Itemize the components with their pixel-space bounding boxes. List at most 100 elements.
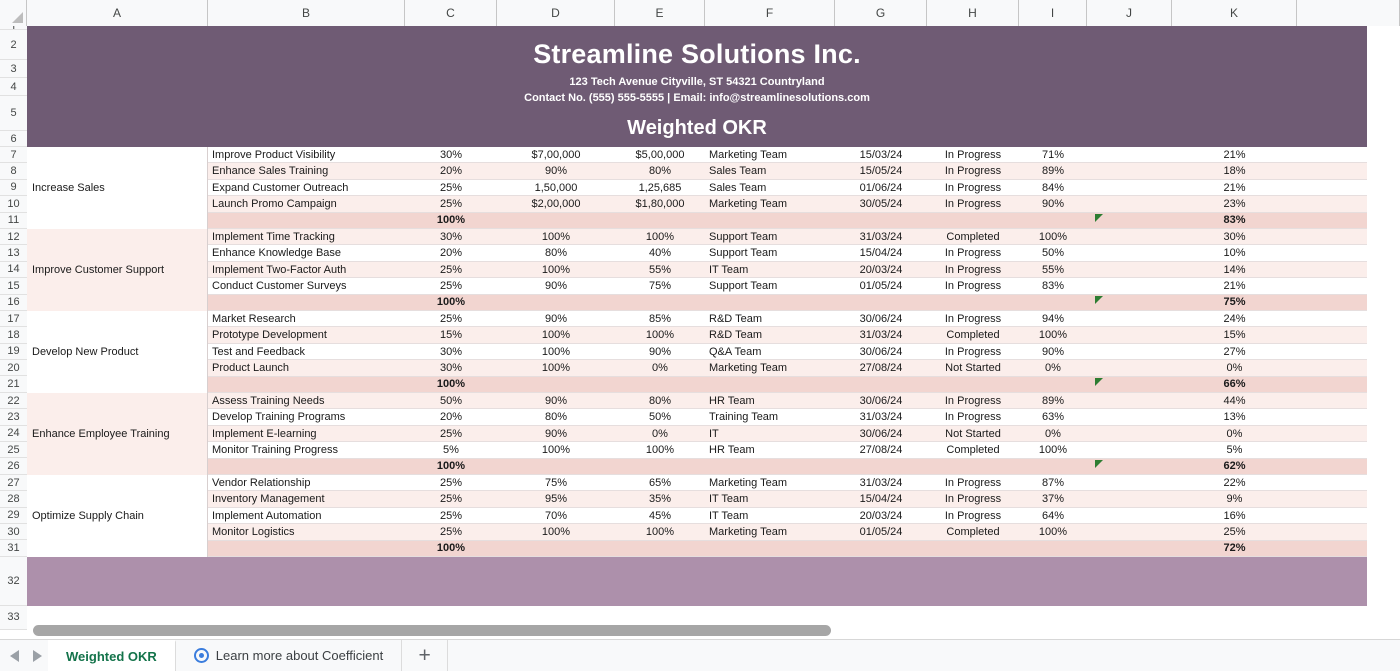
cell-status[interactable]: Completed: [927, 524, 1019, 539]
cell-weighted-score[interactable]: 14%: [1172, 262, 1297, 277]
cell-weighted-score[interactable]: 9%: [1172, 491, 1297, 506]
comment-flag-icon[interactable]: [1095, 295, 1103, 304]
cell-weight[interactable]: 30%: [405, 147, 497, 162]
row-header-20[interactable]: 20: [0, 360, 27, 377]
cell-progress[interactable]: 37%: [1019, 491, 1087, 506]
total-blank-cell[interactable]: [927, 459, 1019, 474]
total-blank-cell[interactable]: [835, 213, 927, 228]
cell-actual[interactable]: 85%: [615, 311, 705, 326]
cell-target[interactable]: 90%: [497, 278, 615, 293]
row-header-24[interactable]: 24: [0, 425, 27, 443]
cell-due-date[interactable]: 31/03/24: [835, 409, 927, 424]
cell-actual[interactable]: 65%: [615, 475, 705, 490]
cell-weight[interactable]: 15%: [405, 327, 497, 342]
table-row[interactable]: Conduct Customer Surveys 25% 90% 75% Support…: [27, 278, 1367, 295]
row-header-21[interactable]: 21: [0, 376, 27, 393]
section-total-row[interactable]: 100% 62%: [27, 458, 1367, 475]
table-row[interactable]: Market Research 25% 90% 85% R&D Team 30/06/24…: [27, 311, 1367, 328]
cell-progress[interactable]: 90%: [1019, 196, 1087, 211]
cell-weighted-score[interactable]: 18%: [1172, 163, 1297, 178]
cell-actual[interactable]: 1,25,685: [615, 180, 705, 195]
cell-status[interactable]: Completed: [927, 442, 1019, 457]
cell-status[interactable]: In Progress: [927, 409, 1019, 424]
section-total-row[interactable]: 100% 75%: [27, 294, 1367, 311]
previous-sheet-arrow-icon[interactable]: [10, 649, 19, 662]
cell-target[interactable]: 90%: [497, 163, 615, 178]
cell-weighted-score[interactable]: 21%: [1172, 278, 1297, 293]
cell-progress-spacer[interactable]: [1087, 524, 1172, 539]
cell-key-result[interactable]: Improve Product Visibility: [208, 147, 405, 162]
cell-weighted-score[interactable]: 22%: [1172, 475, 1297, 490]
cell-key-result[interactable]: Launch Promo Campaign: [208, 196, 405, 211]
total-blank-cell[interactable]: [835, 459, 927, 474]
cell-status[interactable]: In Progress: [927, 344, 1019, 359]
total-blank-cell[interactable]: [615, 377, 705, 392]
cell-target[interactable]: 100%: [497, 327, 615, 342]
total-blank-cell[interactable]: [497, 541, 615, 556]
table-row[interactable]: Assess Training Needs 50% 90% 80% HR Team 30/…: [27, 393, 1367, 410]
sheet-tab-coefficient-promo[interactable]: Learn more about Coefficient: [176, 640, 403, 671]
cell-assigned-to[interactable]: IT: [705, 426, 835, 441]
cell-weight[interactable]: 25%: [405, 311, 497, 326]
cell-key-result[interactable]: Prototype Development: [208, 327, 405, 342]
cell-due-date[interactable]: 30/06/24: [835, 393, 927, 408]
cell-key-result[interactable]: Conduct Customer Surveys: [208, 278, 405, 293]
cell-status[interactable]: In Progress: [927, 475, 1019, 490]
cell-due-date[interactable]: 01/05/24: [835, 278, 927, 293]
table-row[interactable]: Product Launch 30% 100% 0% Marketing Team 27/…: [27, 360, 1367, 377]
total-blank-cell[interactable]: [615, 213, 705, 228]
table-row[interactable]: Inventory Management 25% 95% 35% IT Team 15/0…: [27, 491, 1367, 508]
table-row[interactable]: Launch Promo Campaign 25% $2,00,000 $1,80,0…: [27, 196, 1367, 213]
cell-weight[interactable]: 25%: [405, 491, 497, 506]
total-blank-key-result[interactable]: [208, 377, 405, 392]
cell-weight[interactable]: 5%: [405, 442, 497, 457]
cell-actual[interactable]: 100%: [615, 229, 705, 244]
cell-status[interactable]: Not Started: [927, 360, 1019, 375]
cell-due-date[interactable]: 15/04/24: [835, 491, 927, 506]
cell-actual[interactable]: 45%: [615, 508, 705, 523]
comment-flag-icon[interactable]: [1095, 377, 1103, 386]
cell-progress-spacer[interactable]: [1087, 180, 1172, 195]
total-blank-cell[interactable]: [927, 213, 1019, 228]
cell-actual[interactable]: $5,00,000: [615, 147, 705, 162]
cell-progress-spacer[interactable]: [1087, 196, 1172, 211]
cell-actual[interactable]: 40%: [615, 245, 705, 260]
table-row[interactable]: Implement E-learning 25% 90% 0% IT 30/06/24 No…: [27, 425, 1367, 443]
cell-due-date[interactable]: 20/03/24: [835, 262, 927, 277]
cell-due-date[interactable]: 30/05/24: [835, 196, 927, 211]
cell-weight[interactable]: 25%: [405, 508, 497, 523]
cell-due-date[interactable]: 15/05/24: [835, 163, 927, 178]
table-row[interactable]: Monitor Training Progress 5% 100% 100% HR Te…: [27, 442, 1367, 459]
column-header-K[interactable]: K: [1172, 0, 1297, 26]
total-blank-cell[interactable]: [1019, 295, 1087, 310]
cell-due-date[interactable]: 31/03/24: [835, 475, 927, 490]
cell-target[interactable]: 100%: [497, 344, 615, 359]
comment-flag-cell[interactable]: [1087, 213, 1172, 228]
cell-status[interactable]: In Progress: [927, 262, 1019, 277]
cell-progress[interactable]: 64%: [1019, 508, 1087, 523]
cell-actual[interactable]: 100%: [615, 327, 705, 342]
cell-weight[interactable]: 25%: [405, 475, 497, 490]
total-weight[interactable]: 100%: [405, 213, 497, 228]
comment-flag-icon[interactable]: [1095, 459, 1103, 468]
cell-actual[interactable]: 50%: [615, 409, 705, 424]
cell-assigned-to[interactable]: Marketing Team: [705, 524, 835, 539]
cell-target[interactable]: 100%: [497, 524, 615, 539]
cell-status[interactable]: Not Started: [927, 426, 1019, 441]
cell-weighted-score[interactable]: 21%: [1172, 180, 1297, 195]
cell-key-result[interactable]: Assess Training Needs: [208, 393, 405, 408]
total-blank-key-result[interactable]: [208, 459, 405, 474]
cell-status[interactable]: In Progress: [927, 393, 1019, 408]
cell-weighted-score[interactable]: 13%: [1172, 409, 1297, 424]
cell-target[interactable]: 100%: [497, 360, 615, 375]
cell-target[interactable]: 70%: [497, 508, 615, 523]
total-weighted-score[interactable]: 83%: [1172, 213, 1297, 228]
cell-status[interactable]: In Progress: [927, 147, 1019, 162]
cell-target[interactable]: 90%: [497, 311, 615, 326]
cell-key-result[interactable]: Implement Two-Factor Auth: [208, 262, 405, 277]
row-header-30[interactable]: 30: [0, 523, 27, 541]
cell-actual[interactable]: 100%: [615, 442, 705, 457]
comment-flag-cell[interactable]: [1087, 459, 1172, 474]
cell-target[interactable]: $2,00,000: [497, 196, 615, 211]
column-header-C[interactable]: C: [405, 0, 497, 26]
